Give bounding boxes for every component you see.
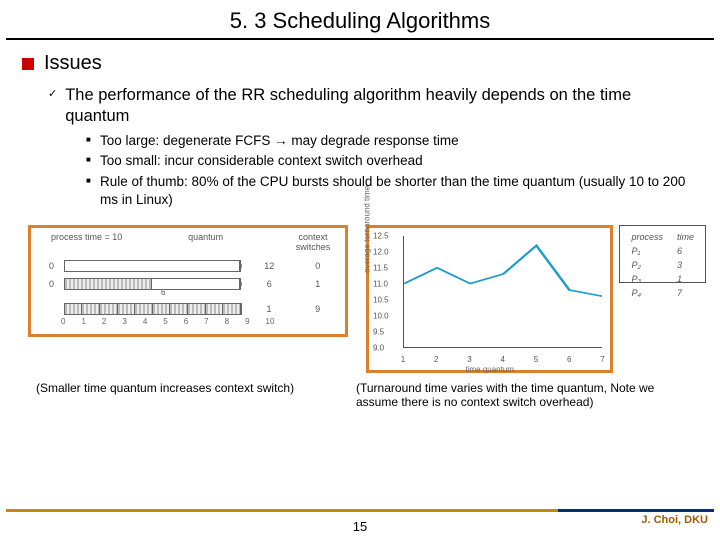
quantum-val: 1 (248, 304, 291, 314)
y-tick: 10.0 (373, 312, 389, 321)
red-square-bullet (22, 58, 34, 70)
footer-rule (6, 509, 714, 512)
cs-val: 0 (297, 261, 339, 271)
bullet-list: Too large: degenerate FCFS → may degrade… (86, 132, 698, 209)
y-axis-label: average turnaround time (363, 186, 372, 273)
quantum-val: 12 (248, 261, 290, 271)
th: process (625, 231, 669, 243)
y-tick: 12.0 (373, 248, 389, 257)
x-tick: 5 (534, 355, 538, 364)
cs-val: 1 (297, 279, 339, 289)
slide-title: 5. 3 Scheduling Algorithms (0, 0, 720, 38)
y-tick: 9.5 (373, 328, 384, 337)
bullet-item: Rule of thumb: 80% of the CPU bursts sho… (86, 173, 698, 209)
figures-row: process time = 10 quantum context switch… (0, 211, 720, 373)
lfig-row: 1 9 (49, 303, 339, 315)
x-tick: 1 (401, 355, 405, 364)
y-tick: 12.5 (373, 232, 389, 241)
turnaround-chart: average turnaround time time quantum 9.0… (366, 225, 613, 373)
x-tick: 4 (501, 355, 505, 364)
caption-left: (Smaller time quantum increases context … (36, 381, 336, 409)
captions-row: (Smaller time quantum increases context … (0, 373, 720, 409)
lfig-header-cs: context switches (289, 232, 337, 252)
bullet-item: Too small: incur considerable context sw… (86, 152, 698, 170)
subpoint-text: The performance of the RR scheduling alg… (65, 85, 698, 126)
lfig-header-quantum: quantum (182, 232, 230, 252)
y-tick: 9.0 (373, 344, 384, 353)
th: time (671, 231, 700, 243)
process-table: processtime P₁6 P₂3 P₃1 P₄7 (619, 225, 706, 283)
cs-val: 9 (296, 304, 339, 314)
lfig-row: 0 10 12 0 (49, 260, 339, 272)
content-area: Issues ✓ The performance of the RR sched… (0, 40, 720, 209)
section-heading: Issues (22, 52, 698, 75)
y-tick: 11.5 (373, 264, 388, 273)
right-figure-group: average turnaround time time quantum 9.0… (366, 225, 706, 373)
y-tick: 11.0 (373, 280, 388, 289)
author-credit: J. Choi, DKU (641, 514, 708, 526)
x-tick: 3 (467, 355, 471, 364)
x-axis-label: time quantum (466, 365, 514, 374)
page-number: 15 (353, 519, 367, 534)
x-tick: 7 (600, 355, 604, 364)
left-figure: process time = 10 quantum context switch… (28, 225, 348, 337)
x-tick: 2 (434, 355, 438, 364)
bullet-item: Too large: degenerate FCFS → may degrade… (86, 132, 698, 150)
lfig-header-left: process time = 10 (51, 232, 122, 252)
subpoint: ✓ The performance of the RR scheduling a… (48, 85, 698, 126)
section-text: Issues (44, 52, 102, 75)
check-icon: ✓ (48, 85, 57, 126)
y-tick: 10.5 (373, 296, 389, 305)
x-tick: 6 (567, 355, 571, 364)
lfig-xticks: 01 23 45 67 89 10 (61, 317, 339, 326)
caption-right: (Turnaround time varies with the time qu… (356, 381, 696, 409)
quantum-val: 6 (248, 279, 290, 289)
